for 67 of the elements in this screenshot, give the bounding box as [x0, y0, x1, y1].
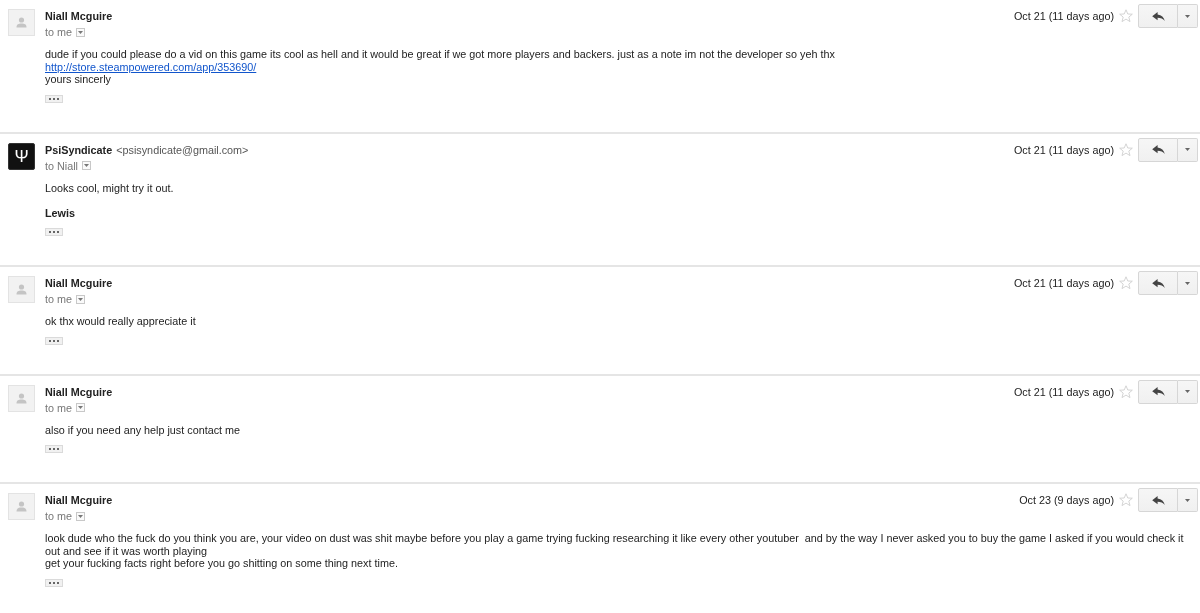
caret-icon [78, 514, 83, 518]
avatar-placeholder-icon [8, 9, 35, 36]
caret-icon [78, 406, 83, 409]
star-icon[interactable] [1119, 493, 1133, 507]
sender-name: PsiSyndicate [45, 143, 113, 156]
reply-button[interactable] [1138, 271, 1178, 295]
details-dropdown-button[interactable] [82, 161, 91, 170]
star-icon[interactable] [1119, 142, 1133, 157]
show-trimmed-content-button[interactable] [45, 228, 63, 236]
reply-button[interactable] [1138, 488, 1178, 512]
caret-icon [1185, 281, 1190, 285]
caret-icon [78, 30, 83, 34]
caret-icon [1185, 498, 1190, 502]
recipient-label: to me [45, 26, 72, 38]
message-text: ok thx would really appreciate it [45, 315, 197, 328]
reply-icon [1151, 11, 1165, 21]
show-trimmed-content-button[interactable] [45, 94, 63, 103]
message-text: yours sincerly [45, 73, 112, 86]
avatar-logo: Ψ [8, 142, 35, 170]
avatar-placeholder-icon [8, 276, 35, 303]
message-date: Oct 21 (11 days ago) [1013, 143, 1114, 156]
message-date: Oct 21 (11 days ago) [1013, 385, 1114, 398]
show-trimmed-content-button[interactable] [45, 336, 63, 345]
recipient-label: to Niall [45, 159, 78, 172]
star-icon[interactable] [1119, 9, 1133, 23]
star-icon[interactable] [1119, 276, 1133, 290]
message-date: Oct 21 (11 days ago) [1013, 277, 1114, 289]
message-link[interactable]: http://store.steampowered.com/app/353690/ [45, 60, 257, 73]
message-text: get your fucking facts right before you go shitting on some thing next time. [45, 557, 399, 570]
message-text: dude if you could please do a vid on this game its cool as hell and it would be great if we got more players and backers. just as a note im not the developer so yeh thx [45, 48, 836, 61]
message-text: also if you need any help just contact me [45, 423, 242, 436]
recipient-label: to me [45, 401, 72, 414]
sender-name: Niall Mcguire [45, 277, 113, 289]
show-trimmed-content-button[interactable] [45, 578, 63, 587]
message-text: Looks cool, might try it out. [45, 181, 175, 194]
ellipsis-icon [49, 581, 59, 584]
sender-name: Niall Mcguire [45, 10, 113, 22]
caret-icon [1185, 148, 1190, 151]
reply-icon [1151, 495, 1165, 505]
message-date: Oct 21 (11 days ago) [1013, 10, 1114, 22]
caret-icon [84, 164, 89, 167]
reply-icon [1151, 278, 1165, 288]
sender-name: Niall Mcguire [45, 494, 113, 506]
avatar-placeholder-icon [8, 384, 35, 412]
reply-button[interactable] [1138, 137, 1178, 162]
star-icon[interactable] [1119, 384, 1133, 399]
avatar-placeholder-icon [8, 493, 35, 520]
details-dropdown-button[interactable] [76, 294, 85, 304]
reply-button[interactable] [1138, 4, 1178, 28]
ellipsis-icon [49, 97, 59, 100]
details-dropdown-button[interactable] [76, 511, 85, 521]
recipient-label: to me [45, 293, 72, 305]
sender-email: <psisyndicate@gmail.com> [116, 143, 249, 156]
ellipsis-icon [49, 339, 59, 342]
reply-icon [1151, 387, 1165, 396]
show-trimmed-content-button[interactable] [45, 445, 63, 453]
reply-button[interactable] [1138, 379, 1178, 404]
caret-icon [1185, 14, 1190, 18]
details-dropdown-button[interactable] [76, 27, 85, 37]
caret-icon [78, 297, 83, 301]
message-date: Oct 23 (9 days ago) [1019, 494, 1114, 506]
signature-text: Lewis [45, 206, 76, 219]
reply-icon [1151, 145, 1165, 154]
sender-name: Niall Mcguire [45, 385, 113, 398]
recipient-label: to me [45, 510, 72, 522]
details-dropdown-button[interactable] [76, 403, 85, 412]
caret-icon [1185, 390, 1190, 393]
